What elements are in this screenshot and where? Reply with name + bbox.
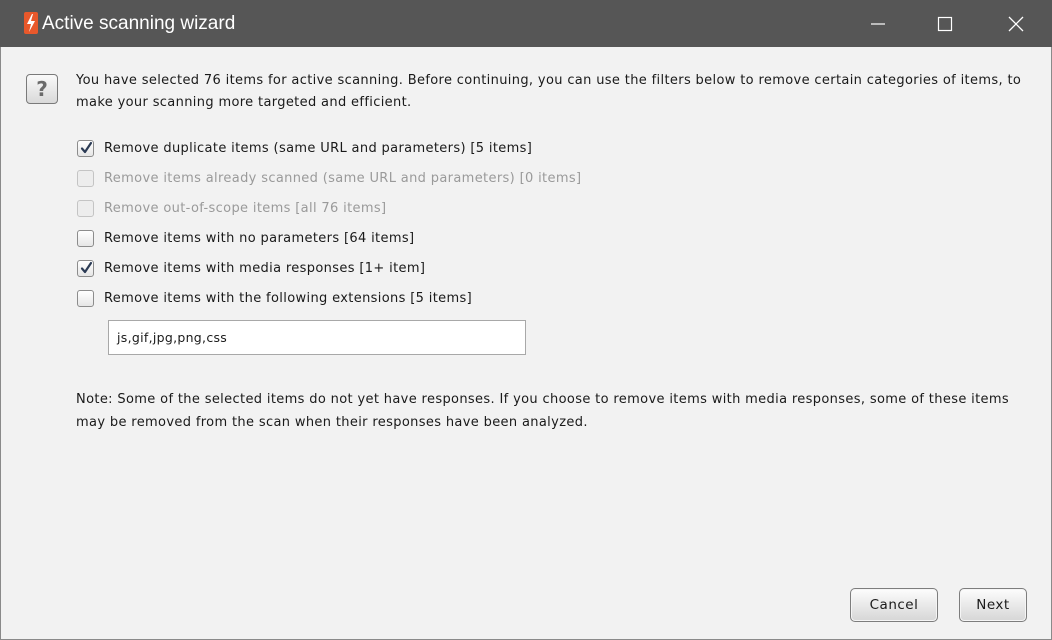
checkbox[interactable] — [77, 289, 94, 307]
option-remove-media-responses[interactable]: Remove items with media responses [1+ it… — [77, 256, 425, 280]
checkmark-icon — [80, 261, 93, 273]
maximize-button[interactable] — [910, 0, 980, 47]
option-remove-out-of-scope[interactable]: Remove out-of-scope items [all 76 items] — [77, 196, 386, 220]
option-label: Remove items with media responses [1+ it… — [104, 260, 426, 276]
note-text: Note: Some of the selected items do not … — [76, 392, 1010, 430]
checkbox[interactable] — [77, 259, 94, 277]
question-icon: ? — [26, 74, 58, 104]
intro-text: You have selected 76 items for active sc… — [76, 73, 1022, 110]
option-remove-already-scanned[interactable]: Remove items already scanned (same URL a… — [77, 166, 581, 190]
checkbox[interactable] — [77, 139, 94, 157]
option-label: Remove out-of-scope items [all 76 items] — [104, 200, 387, 216]
burp-logo-icon — [24, 12, 38, 34]
option-label: Remove items already scanned (same URL a… — [104, 170, 582, 186]
checkmark-icon — [80, 141, 93, 153]
close-icon — [1008, 16, 1024, 31]
checkbox[interactable] — [77, 229, 94, 247]
title-bar: Active scanning wizard — [0, 0, 1052, 47]
checkbox[interactable] — [77, 169, 94, 187]
option-label: Remove items with no parameters [64 item… — [104, 230, 415, 246]
option-remove-duplicates[interactable]: Remove duplicate items (same URL and par… — [77, 136, 532, 160]
minimize-icon — [871, 22, 885, 25]
cancel-button[interactable]: Cancel — [850, 588, 938, 622]
close-button[interactable] — [981, 0, 1051, 47]
option-label: Remove items with the following extensio… — [104, 290, 473, 306]
window-title: Active scanning wizard — [42, 13, 236, 34]
extensions-input[interactable]: js,gif,jpg,png,css — [108, 320, 526, 355]
option-label: Remove duplicate items (same URL and par… — [104, 140, 533, 156]
checkbox[interactable] — [77, 199, 94, 217]
option-remove-no-parameters[interactable]: Remove items with no parameters [64 item… — [77, 226, 414, 250]
next-button[interactable]: Next — [959, 588, 1027, 622]
minimize-button[interactable] — [843, 0, 913, 47]
wizard-content: ? You have selected 76 items for active … — [0, 47, 1052, 640]
maximize-icon — [937, 16, 953, 31]
option-remove-extensions[interactable]: Remove items with the following extensio… — [77, 286, 472, 310]
